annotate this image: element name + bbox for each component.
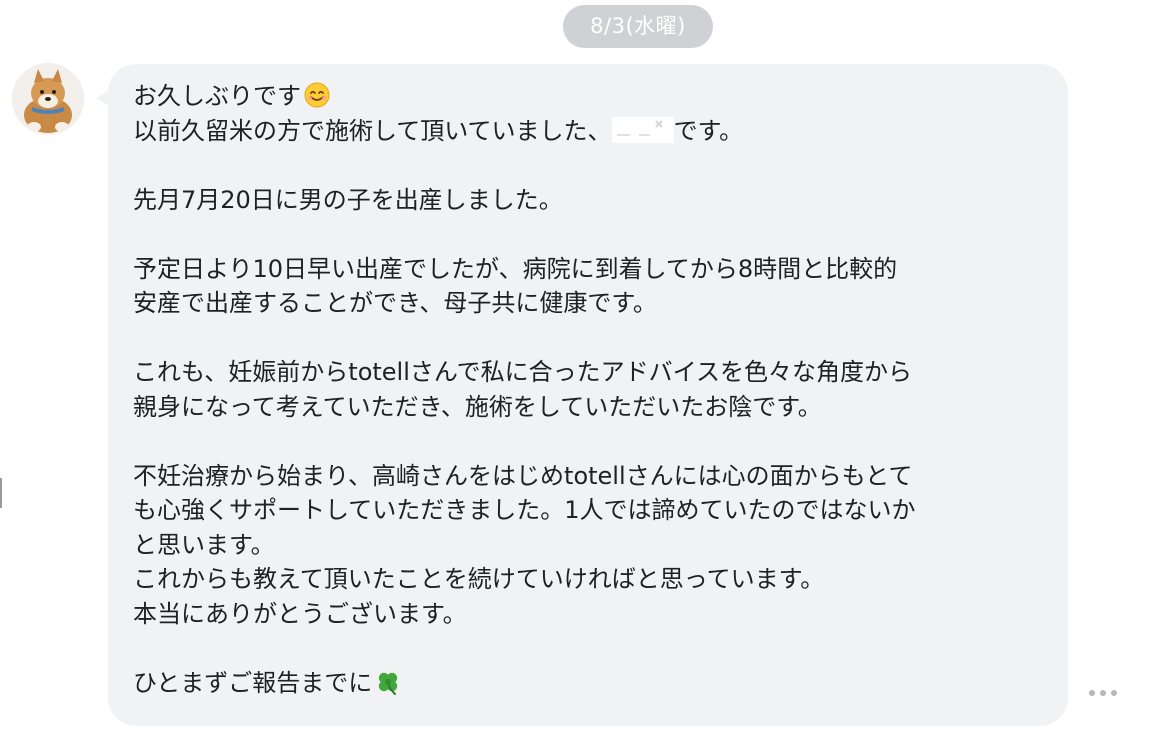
message-line: 本当にありがとうございます。 <box>133 599 467 628</box>
message-text: お久しぶりです <box>133 82 301 110</box>
message-line: 予定日より10日早い出産でしたが、病院に到着してから8時間と比較的 <box>133 254 898 283</box>
more-dot <box>1111 690 1117 696</box>
message-line: 親身になって考えていただき、施術をしていただいたお陰です。 <box>133 392 822 421</box>
message-bubble[interactable]: お久しぶりです 以前久留米の方で施術して頂いていました、 です。 先月7月20日… <box>108 64 1068 726</box>
message-line: これも、妊娠前からtotellさんで私に合ったアドバイスを色々な角度から <box>133 358 912 386</box>
message-line: と思います。 <box>133 530 275 559</box>
avatar[interactable] <box>12 63 84 135</box>
message-text: 以前久留米の方で施術して頂いていました、 <box>133 116 612 145</box>
smiling-face-icon <box>304 82 330 108</box>
more-dot <box>1100 690 1106 696</box>
message-text: です。 <box>673 116 744 145</box>
message-line: 以前久留米の方で施術して頂いていました、 です。 <box>133 114 1044 149</box>
message-line: 先月7月20日に男の子を出産しました。 <box>133 185 563 214</box>
message-line: 不妊治療から始まり、高崎さんをはじめtotellさんには心の面からもとて <box>133 461 913 490</box>
message-line: これからも教えて頂いたことを続けていければと思っています。 <box>133 565 825 593</box>
shiba-dog-avatar-icon <box>12 63 84 135</box>
more-dot <box>1089 690 1095 696</box>
message-line: 安産で出産することができ、母子共に健康です。 <box>133 289 657 317</box>
date-separator: 8/3(水曜) <box>563 5 713 48</box>
message-text: ひとまずご報告までに <box>133 668 373 697</box>
message-line: お久しぶりです <box>133 79 1044 114</box>
message-line: も心強くサポートしていただきました。1人では諦めていたのではないか <box>133 496 916 524</box>
four-leaf-clover-icon <box>379 672 398 695</box>
more-options-icon[interactable] <box>1083 683 1123 703</box>
message-line: ひとまずご報告までに <box>133 666 1044 701</box>
left-edge-divider <box>0 478 2 508</box>
redacted-name <box>611 116 674 143</box>
